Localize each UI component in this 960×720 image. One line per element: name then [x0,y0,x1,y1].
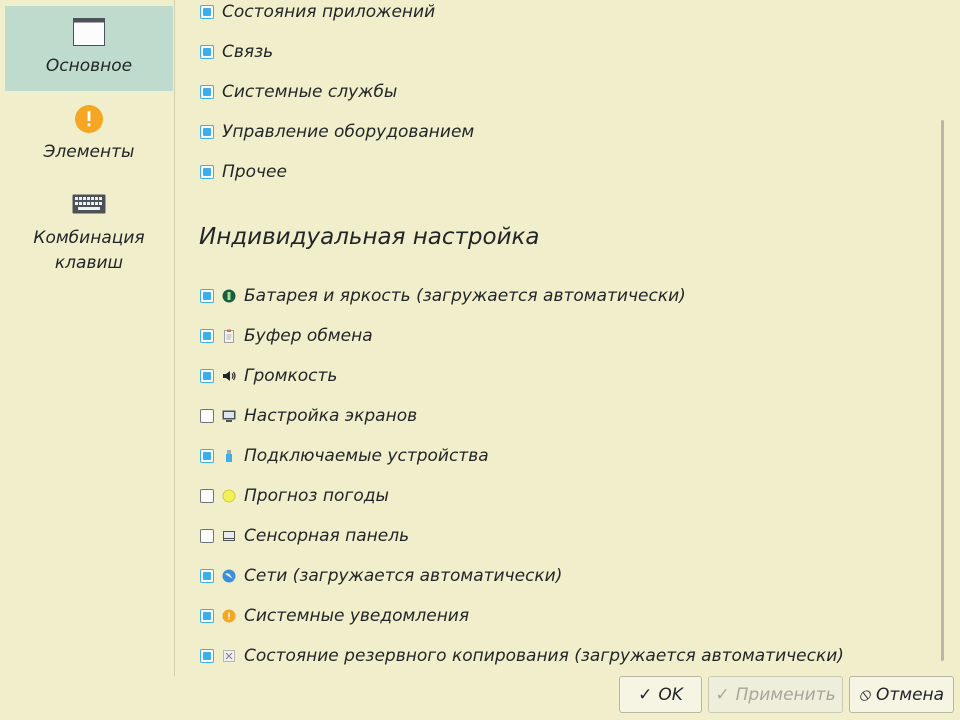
checkbox[interactable] [200,569,214,583]
category-app-status[interactable]: Состояния приложений [200,0,435,24]
speaker-icon [222,369,236,383]
display-icon [222,409,236,423]
apply-button[interactable]: ✓ Применить [708,676,843,713]
sidebar-item-label: Элементы [43,142,135,162]
network-globe-icon [222,569,236,583]
weather-sun-icon [222,489,236,503]
checkbox[interactable] [200,649,214,663]
checkbox[interactable] [200,529,214,543]
checkbox[interactable] [200,85,214,99]
ok-button-label: OK [658,684,683,705]
plugin-label: Громкость [244,366,338,386]
section-title: Индивидуальная настройка [199,224,540,250]
usb-drive-icon [222,449,236,463]
checkbox[interactable] [200,125,214,139]
plugin-label: Прогноз погоды [244,486,389,506]
plugin-label: Подключаемые устройства [244,446,489,466]
keyboard-icon [72,194,106,214]
category-system-services[interactable]: Системные службы [200,80,397,104]
checkbox[interactable] [200,45,214,59]
category-label: Системные службы [222,82,398,102]
category-label: Состояния приложений [222,2,436,22]
category-label: Связь [222,42,274,62]
battery-icon [222,289,236,303]
checkbox[interactable] [200,165,214,179]
cancel-button[interactable]: ⦸ Отмена [849,676,954,713]
sidebar-item-label-line1: Комбинация [33,228,145,248]
sidebar-item-general[interactable]: Основное [5,6,173,91]
checkbox[interactable] [200,329,214,343]
scrollbar[interactable] [941,120,944,661]
plugin-battery[interactable]: Батарея и яркость (загружается автоматич… [200,284,686,308]
checkbox[interactable] [200,609,214,623]
category-label: Прочее [222,162,287,182]
category-other[interactable]: Прочее [200,160,287,184]
plugin-touchpad[interactable]: Сенсорная панель [200,524,409,548]
sidebar-item-label-line2: клавиш [54,253,124,273]
touchpad-icon [222,529,236,543]
plugin-label: Сенсорная панель [244,526,410,546]
plugin-backup[interactable]: Состояние резервного копирования (загруж… [200,644,844,668]
ok-button[interactable]: ✓ OK [619,676,702,713]
plugin-devices[interactable]: Подключаемые устройства [200,444,489,468]
settings-panel: Состояния приложений Связь Системные слу… [175,0,960,676]
sidebar-item-shortcuts[interactable]: Комбинация клавиш [5,182,173,282]
plugin-display[interactable]: Настройка экранов [200,404,417,428]
plugin-clipboard[interactable]: Буфер обмена [200,324,373,348]
checkbox[interactable] [200,5,214,19]
plugin-label: Буфер обмена [244,326,373,346]
check-icon: ✓ [638,684,653,705]
checkbox[interactable] [200,409,214,423]
plugin-networks[interactable]: Сети (загружается автоматически) [200,564,562,588]
window-icon [73,18,105,46]
apply-button-label: Применить [735,684,836,705]
plugin-label: Системные уведомления [244,606,470,626]
checkbox[interactable] [200,489,214,503]
cancel-icon: ⦸ [858,684,870,705]
category-hardware[interactable]: Управление оборудованием [200,120,474,144]
category-label: Управление оборудованием [222,122,475,142]
plugin-weather[interactable]: Прогноз погоды [200,484,389,508]
plugin-notifications[interactable]: Системные уведомления [200,604,469,628]
plugin-label: Состояние резервного копирования (загруж… [244,646,844,666]
cancel-button-label: Отмена [875,684,945,705]
checkbox[interactable] [200,449,214,463]
warning-icon [75,105,103,133]
checkbox[interactable] [200,369,214,383]
plugin-volume[interactable]: Громкость [200,364,337,388]
plugin-label: Батарея и яркость (загружается автоматич… [244,286,686,306]
plugin-label: Сети (загружается автоматически) [244,566,563,586]
sidebar-item-label: Основное [45,56,133,76]
backup-icon [222,649,236,663]
plugin-label: Настройка экранов [244,406,418,426]
category-communication[interactable]: Связь [200,40,273,64]
notification-icon [222,609,236,623]
sidebar-item-elements[interactable]: Элементы [5,96,173,176]
check-icon: ✓ [715,684,730,705]
clipboard-icon [222,329,236,343]
sidebar: Основное Элементы Комбинация клавиш [0,0,175,676]
checkbox[interactable] [200,289,214,303]
